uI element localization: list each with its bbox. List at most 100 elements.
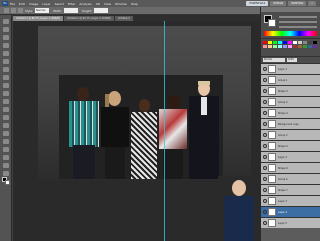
swatch[interactable] <box>263 41 267 44</box>
layer-row[interactable]: Layer 5 <box>261 217 320 228</box>
swatch[interactable] <box>288 41 292 44</box>
menu-view[interactable]: View <box>104 2 111 6</box>
menu-window[interactable]: Window <box>115 2 127 6</box>
document-canvas[interactable] <box>38 26 251 180</box>
hand-tool-icon[interactable] <box>3 163 9 168</box>
eye-icon[interactable] <box>263 177 267 181</box>
eye-icon[interactable] <box>263 67 267 71</box>
eyedropper-tool-icon[interactable] <box>3 59 9 64</box>
guide-line[interactable] <box>164 21 165 241</box>
menu-layer[interactable]: Layer <box>42 2 50 6</box>
quick-select-tool-icon[interactable] <box>3 43 9 48</box>
eye-icon[interactable] <box>263 221 267 225</box>
lasso-tool-icon[interactable] <box>3 35 9 40</box>
layer-row[interactable]: Shape 7 <box>261 184 320 195</box>
swatch[interactable] <box>268 41 272 44</box>
swatch[interactable] <box>293 45 297 48</box>
menu-file[interactable]: File <box>10 2 15 6</box>
new-selection-icon[interactable] <box>11 8 16 13</box>
eye-icon[interactable] <box>263 210 267 214</box>
swatch[interactable] <box>278 41 282 44</box>
eraser-tool-icon[interactable] <box>3 99 9 104</box>
layer-row[interactable]: Layer 2 <box>261 151 320 162</box>
opacity-field[interactable]: 100% <box>287 58 297 62</box>
blue-slider[interactable] <box>279 26 317 28</box>
swatch[interactable] <box>263 45 267 48</box>
dodge-tool-icon[interactable] <box>3 123 9 128</box>
add-selection-icon[interactable] <box>18 8 23 13</box>
menu-analysis[interactable]: Analysis <box>79 2 91 6</box>
swatch[interactable] <box>308 41 312 44</box>
background-color-swatch[interactable] <box>5 180 10 185</box>
layer-row[interactable]: Layer 3 <box>261 195 320 206</box>
layer-row[interactable]: Layer 4 <box>261 206 320 217</box>
menu-help[interactable]: Help <box>131 2 138 6</box>
blend-mode-select[interactable]: Normal <box>263 58 285 62</box>
workspace-essentials-button[interactable]: ESSENTIALS <box>246 1 269 6</box>
menu-edit[interactable]: Edit <box>19 2 25 6</box>
background-color-swatch[interactable] <box>268 19 276 27</box>
eye-icon[interactable] <box>263 133 267 137</box>
blur-tool-icon[interactable] <box>3 115 9 120</box>
color-spectrum[interactable] <box>264 31 317 36</box>
width-field[interactable] <box>64 8 79 13</box>
eye-icon[interactable] <box>263 111 267 115</box>
swatch[interactable] <box>278 45 282 48</box>
style-select[interactable]: Normal <box>34 8 49 13</box>
swatch[interactable] <box>283 41 287 44</box>
layer-row[interactable]: Shape 4 <box>261 107 320 118</box>
history-brush-icon[interactable] <box>3 91 9 96</box>
type-tool-icon[interactable] <box>3 139 9 144</box>
crop-tool-icon[interactable] <box>3 51 9 56</box>
eye-icon[interactable] <box>263 199 267 203</box>
eye-icon[interactable] <box>263 188 267 192</box>
layer-row[interactable]: Shape 5 <box>261 140 320 151</box>
workspace-design-button[interactable]: DESIGN <box>270 1 287 6</box>
menu-select[interactable]: Select <box>55 2 64 6</box>
layer-row[interactable]: Group 4 <box>261 173 320 184</box>
green-slider[interactable] <box>279 21 317 23</box>
swatch[interactable] <box>298 45 302 48</box>
eye-icon[interactable] <box>263 166 267 170</box>
healing-brush-icon[interactable] <box>3 67 9 72</box>
swatch[interactable] <box>313 41 317 44</box>
eye-icon[interactable] <box>263 78 267 82</box>
path-select-icon[interactable] <box>3 147 9 152</box>
swatch[interactable] <box>293 41 297 44</box>
layer-row[interactable]: Background copy <box>261 118 320 129</box>
swatch[interactable] <box>283 45 287 48</box>
workspace-painting-button[interactable]: PAINTING <box>288 1 307 6</box>
swatch[interactable] <box>303 41 307 44</box>
pen-tool-icon[interactable] <box>3 131 9 136</box>
layer-row[interactable]: Shape 3 <box>261 85 320 96</box>
layer-row[interactable]: Group 2 <box>261 96 320 107</box>
swatch[interactable] <box>288 45 292 48</box>
red-slider[interactable] <box>279 16 317 18</box>
eye-icon[interactable] <box>263 155 267 159</box>
eye-icon[interactable] <box>263 89 267 93</box>
swatch[interactable] <box>298 41 302 44</box>
height-field[interactable] <box>94 8 109 13</box>
eye-icon[interactable] <box>263 122 267 126</box>
eye-icon[interactable] <box>263 144 267 148</box>
marquee-tool-icon[interactable] <box>3 27 9 32</box>
workspace-more-button[interactable]: » <box>308 1 316 6</box>
swatch[interactable] <box>303 45 307 48</box>
layer-row[interactable]: Group 3 <box>261 129 320 140</box>
menu-filter[interactable]: Filter <box>68 2 75 6</box>
gradient-tool-icon[interactable] <box>3 107 9 112</box>
layer-row[interactable]: Layer 1 <box>261 63 320 74</box>
menu-3d[interactable]: 3D <box>96 2 100 6</box>
layer-row[interactable]: Shape 6 <box>261 162 320 173</box>
swatch[interactable] <box>268 45 272 48</box>
menu-image[interactable]: Image <box>29 2 38 6</box>
swatch[interactable] <box>308 45 312 48</box>
swatch[interactable] <box>273 41 277 44</box>
shape-tool-icon[interactable] <box>3 155 9 160</box>
brush-tool-icon[interactable] <box>3 75 9 80</box>
clone-stamp-icon[interactable] <box>3 83 9 88</box>
swatch[interactable] <box>313 45 317 48</box>
move-tool-icon[interactable] <box>3 19 9 24</box>
marquee-tool-icon[interactable] <box>4 8 9 13</box>
layer-row[interactable]: Group 1 <box>261 74 320 85</box>
